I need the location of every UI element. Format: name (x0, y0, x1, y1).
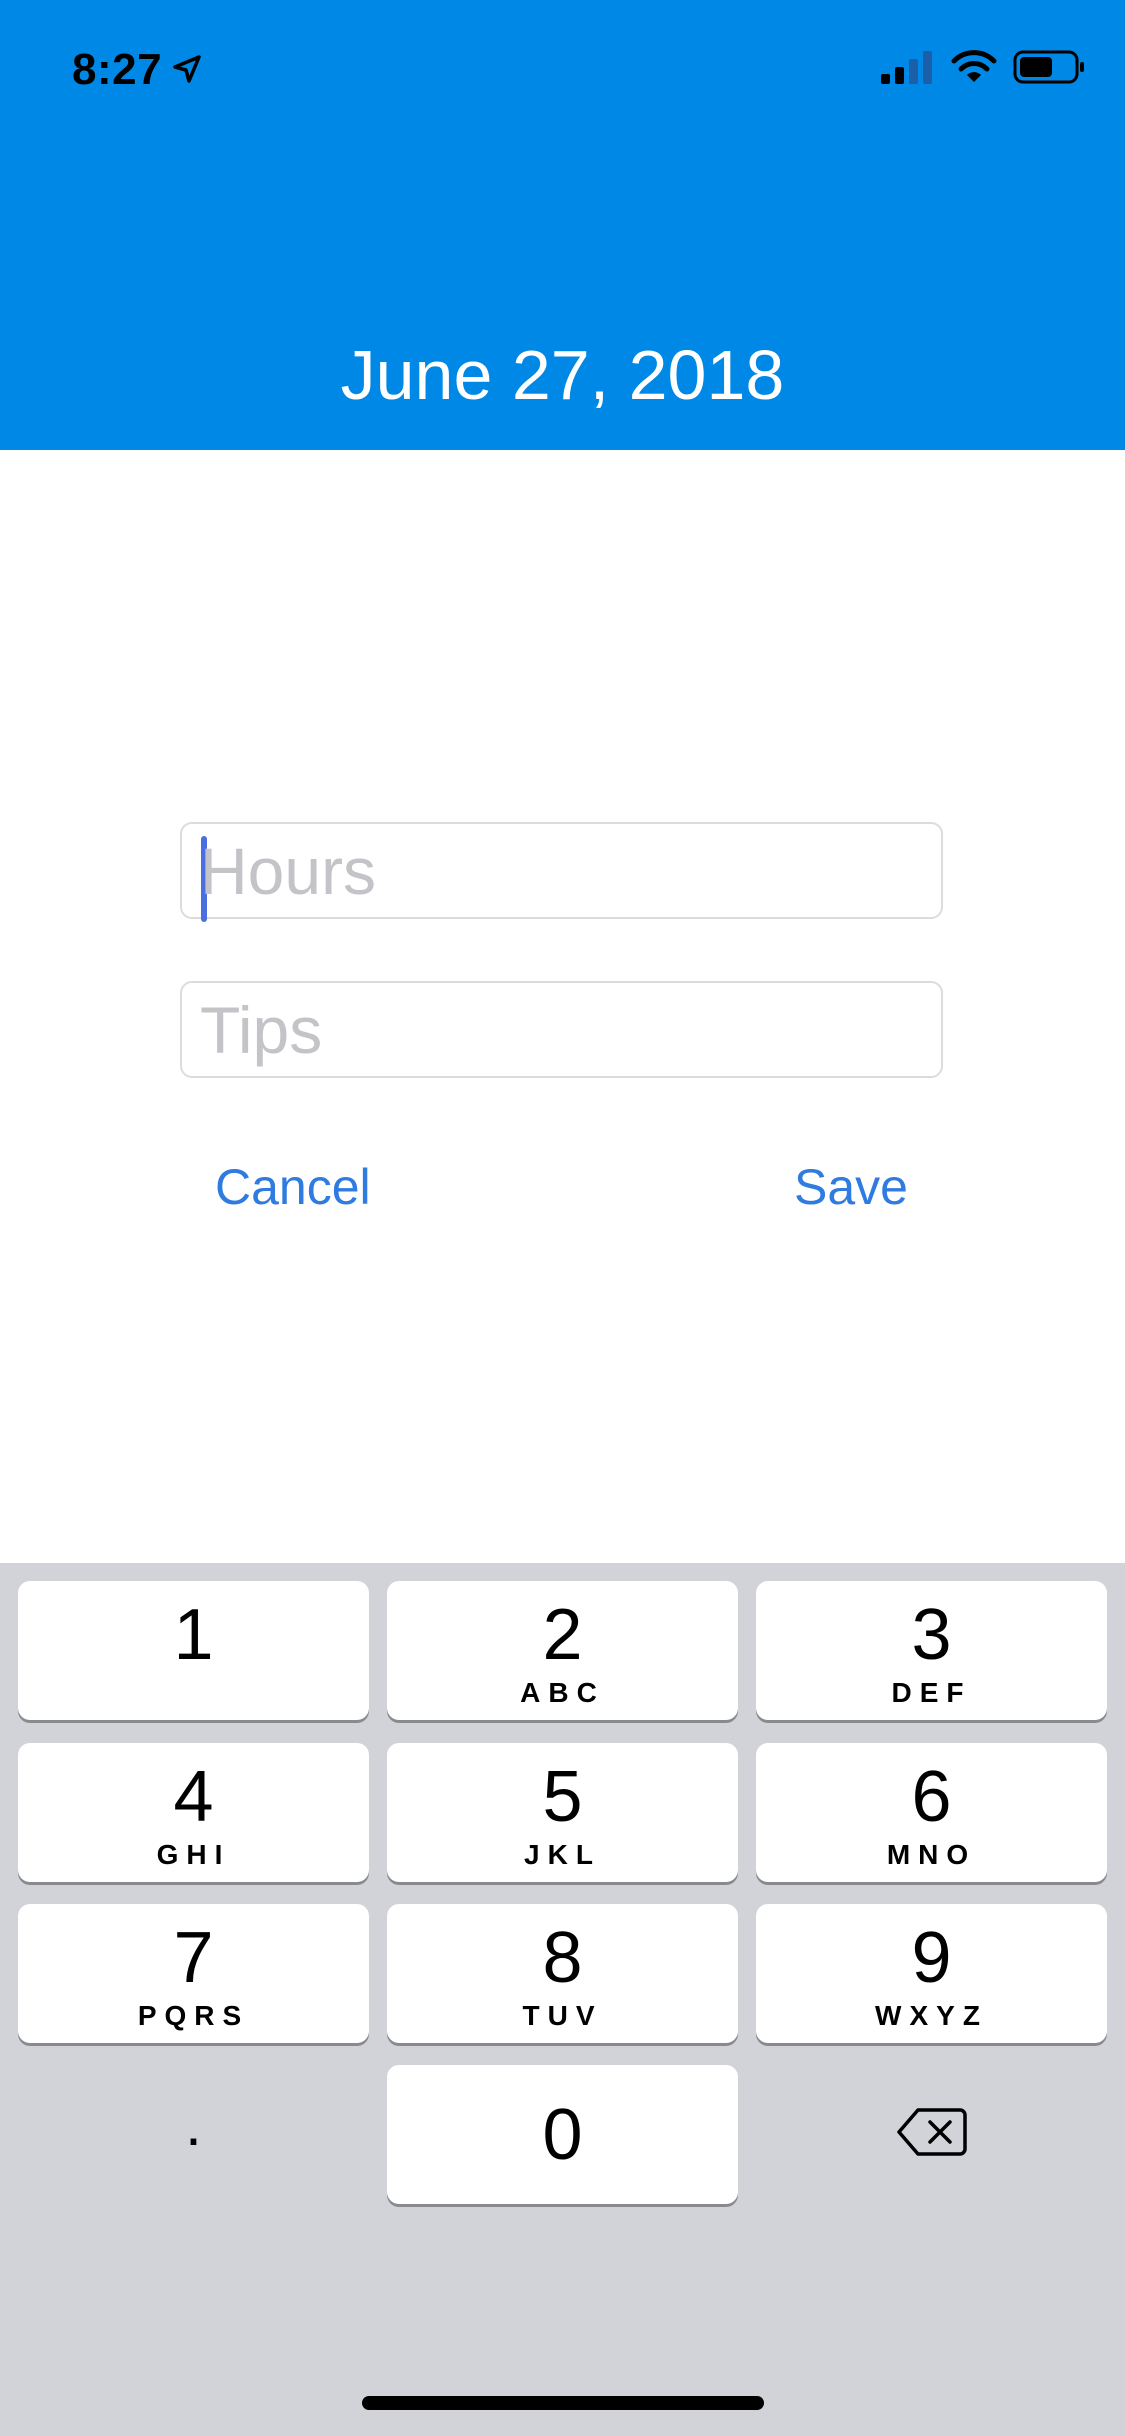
key-letters: TUV (522, 2000, 603, 2031)
key-9[interactable]: 9 WXYZ (756, 1904, 1107, 2043)
key-number: 6 (911, 1757, 952, 1837)
key-number: 8 (542, 1918, 583, 1998)
key-letters: MNO (886, 1839, 977, 1870)
hours-field[interactable] (180, 822, 943, 922)
key-6[interactable]: 6 MNO (756, 1743, 1107, 1882)
key-8[interactable]: 8 TUV (387, 1904, 738, 2043)
key-number: 2 (542, 1595, 583, 1675)
status-bar-indicators (881, 44, 1087, 94)
key-letters: WXYZ (875, 2000, 988, 2031)
decimal-key[interactable]: . (18, 2065, 369, 2204)
key-number: 9 (911, 1918, 952, 1998)
battery-icon (1013, 49, 1087, 90)
key-3[interactable]: 3 DEF (756, 1581, 1107, 1720)
location-arrow-icon (172, 45, 202, 95)
home-indicator[interactable] (362, 2396, 764, 2410)
tips-field[interactable] (180, 981, 943, 1078)
wifi-icon (951, 49, 997, 90)
key-letters: GHI (156, 1839, 231, 1870)
key-5[interactable]: 5 JKL (387, 1743, 738, 1882)
status-bar-time: 8:27 (72, 40, 202, 100)
key-letters: PQRS (137, 2000, 250, 2031)
cellular-signal-icon (881, 50, 935, 89)
key-letters: DEF (891, 1677, 972, 1708)
key-number: 1 (173, 1595, 214, 1675)
page-title: June 27, 2018 (340, 336, 785, 414)
key-2[interactable]: 2 ABC (387, 1581, 738, 1720)
backspace-icon (896, 2106, 968, 2163)
numeric-keypad: 1 2 ABC 3 DEF 4 GHI 5 JKL 6 MNO 7 PQRS 8… (0, 1563, 1125, 2436)
hours-input[interactable] (200, 824, 920, 917)
key-1[interactable]: 1 (18, 1581, 369, 1720)
key-7[interactable]: 7 PQRS (18, 1904, 369, 2043)
key-0[interactable]: 0 (387, 2065, 738, 2204)
cancel-button[interactable]: Cancel (215, 1152, 371, 1222)
key-number: 3 (911, 1595, 952, 1675)
key-number: 7 (173, 1918, 214, 1998)
header-bar: 8:27 June 27, 2018 (0, 0, 1125, 450)
key-4[interactable]: 4 GHI (18, 1743, 369, 1882)
key-letters: ABC (520, 1677, 605, 1708)
status-time-text: 8:27 (72, 45, 163, 94)
tips-input[interactable] (200, 983, 920, 1076)
key-number: 4 (173, 1757, 214, 1837)
key-letters: JKL (524, 1839, 601, 1870)
key-number: 0 (542, 2095, 583, 2175)
key-number: 5 (542, 1757, 583, 1837)
delete-key[interactable] (756, 2065, 1107, 2204)
save-button[interactable]: Save (794, 1152, 908, 1222)
